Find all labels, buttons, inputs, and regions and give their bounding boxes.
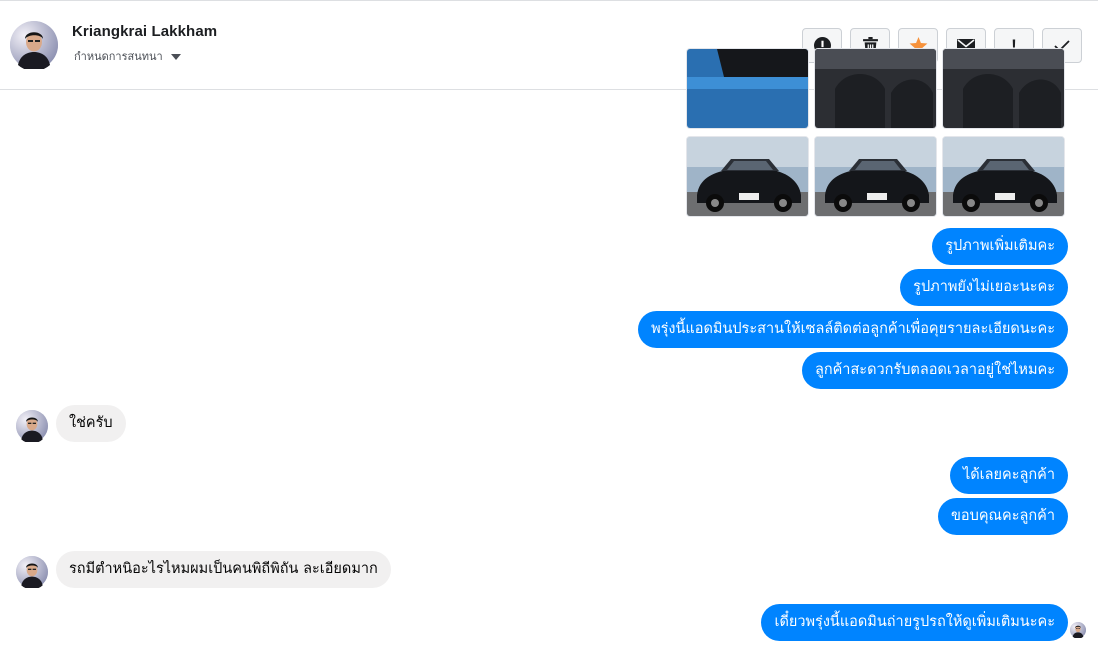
photo-thumbnail[interactable] (686, 48, 809, 129)
contact-avatar[interactable] (16, 410, 48, 442)
outgoing-message[interactable]: ลูกค้าสะดวกรับตลอดเวลาอยู่ใช่ไหมคะ (801, 352, 1068, 389)
outgoing-message[interactable]: เดี๋ยวพรุ่งนี้แอดมินถ่ายรูปรถให้ดูเพิ่มเ… (761, 604, 1068, 641)
photo-thumbnail[interactable] (814, 48, 937, 129)
chevron-down-icon (170, 54, 181, 60)
incoming-message[interactable]: ใช่ครับ (56, 405, 126, 442)
conversation-label-text: กำหนดการสนทนา (74, 50, 163, 63)
contact-avatar[interactable] (10, 21, 58, 69)
outgoing-message[interactable]: รูปภาพยังไม่เยอะนะคะ (900, 269, 1068, 306)
seen-avatar-icon (1070, 622, 1086, 638)
photo-thumbnail[interactable] (942, 48, 1065, 129)
incoming-message[interactable]: รถมีตำหนิอะไรไหมผมเป็นคนพิถีพิถัน ละเอีย… (56, 551, 391, 588)
contact-avatar[interactable] (16, 556, 48, 588)
outgoing-message[interactable]: พรุ่งนี้แอดมินประสานให้เซลล์ติดต่อลูกค้า… (638, 311, 1068, 348)
conversation-label-dropdown[interactable]: กำหนดการสนทนา (74, 47, 181, 65)
contact-name[interactable]: Kriangkrai Lakkham (72, 23, 217, 40)
photo-thumbnail[interactable] (942, 136, 1065, 217)
outgoing-message[interactable]: ได้เลยคะลูกค้า (949, 457, 1068, 494)
photo-thumbnail[interactable] (686, 136, 809, 217)
outgoing-message[interactable]: ขอบคุณคะลูกค้า (938, 498, 1068, 535)
outgoing-message[interactable]: รูปภาพเพิ่มเติมคะ (932, 228, 1068, 265)
photo-thumbnail[interactable] (814, 136, 937, 217)
